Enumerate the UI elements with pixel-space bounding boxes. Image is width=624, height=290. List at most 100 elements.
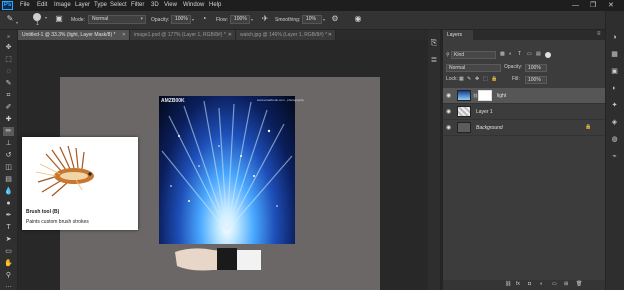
- visibility-eye-icon[interactable]: ◉: [446, 92, 451, 100]
- lock-transparent-icon[interactable]: ▦: [459, 75, 464, 84]
- menu-image[interactable]: Image: [54, 2, 71, 9]
- hand-watch-image[interactable]: [173, 240, 263, 272]
- adjustment-layer-icon[interactable]: ◐: [540, 280, 543, 289]
- type-tool-icon[interactable]: T: [3, 223, 14, 232]
- eraser-tool-icon[interactable]: ◫: [3, 163, 14, 172]
- opacity-input[interactable]: 100%: [171, 15, 191, 24]
- smoothing-caret-icon[interactable]: ▾: [323, 17, 325, 22]
- brush-size-caret-icon[interactable]: ▾: [45, 15, 47, 20]
- dodge-tool-icon[interactable]: ●: [3, 199, 14, 208]
- menu-help[interactable]: Help: [209, 2, 221, 9]
- tab-close-icon[interactable]: ✕: [122, 30, 126, 40]
- lock-position-icon[interactable]: ✥: [475, 75, 479, 84]
- new-group-icon[interactable]: ▭: [552, 280, 557, 289]
- pressure-opacity-icon[interactable]: ◔: [199, 14, 209, 24]
- tab-image1[interactable]: image1.psd @ 177% (Layer 1, RGB/8#) * ✕: [130, 30, 236, 40]
- libraries-panel-icon[interactable]: ▣: [609, 67, 620, 77]
- tab-watch[interactable]: watch.jpg @ 146% (Layer 1, RGB/8#) * ✕: [236, 30, 336, 40]
- history-brush-tool-icon[interactable]: ↺: [3, 151, 14, 160]
- tab-untitled-1[interactable]: Untitled-1 @ 33.3% (light, Layer Mask/8)…: [18, 30, 130, 40]
- menu-3d[interactable]: 3D: [151, 2, 159, 9]
- pressure-size-icon[interactable]: ◉: [353, 14, 363, 24]
- fill-input[interactable]: 100%: [525, 76, 547, 84]
- healing-brush-tool-icon[interactable]: ✚: [3, 115, 14, 124]
- pixel-filter-icon[interactable]: ▩: [500, 50, 505, 59]
- add-mask-icon[interactable]: ◘: [528, 280, 531, 289]
- blend-mode-select[interactable]: Normal: [446, 64, 501, 72]
- brush-tool-icon[interactable]: ✏: [3, 127, 14, 136]
- channels-panel-icon[interactable]: ◍: [609, 135, 620, 145]
- menu-select[interactable]: Select: [110, 2, 127, 9]
- lasso-tool-icon[interactable]: ◌: [3, 67, 14, 76]
- layers-panel-icon[interactable]: ◈: [609, 118, 620, 128]
- close-icon[interactable]: ✕: [608, 1, 614, 10]
- mode-select[interactable]: Normal ▾: [88, 15, 146, 24]
- swatches-panel-icon[interactable]: ▦: [609, 50, 620, 60]
- lock-all-icon[interactable]: 🔒: [491, 75, 497, 84]
- restore-icon[interactable]: ❐: [590, 1, 596, 10]
- tab-close-icon[interactable]: ✕: [228, 30, 232, 40]
- styles-panel-icon[interactable]: ✦: [609, 101, 620, 111]
- menu-layer[interactable]: Layer: [75, 2, 90, 9]
- layer-row-background[interactable]: ◉ Background 🔒: [443, 120, 605, 136]
- crop-tool-icon[interactable]: ⌗: [3, 91, 14, 100]
- layer-mask-thumbnail[interactable]: [478, 90, 492, 101]
- layer-lock-icon[interactable]: 🔒: [585, 124, 591, 130]
- color-panel-icon[interactable]: ◑: [609, 33, 620, 43]
- brush-settings-panel-icon[interactable]: ▣: [54, 14, 64, 24]
- visibility-eye-icon[interactable]: ◉: [446, 108, 451, 116]
- paths-panel-icon[interactable]: ⌁: [609, 152, 620, 162]
- light-burst-image[interactable]: [159, 96, 295, 244]
- new-layer-icon[interactable]: ⊞: [564, 280, 568, 289]
- link-layers-icon[interactable]: ⛓: [505, 280, 511, 289]
- delete-layer-icon[interactable]: 🗑: [576, 280, 582, 289]
- menu-window[interactable]: Window: [183, 2, 204, 9]
- lock-artboard-icon[interactable]: ⬚: [483, 75, 488, 84]
- adjustment-filter-icon[interactable]: ◐: [509, 50, 512, 59]
- layer-row-layer-1[interactable]: ◉ Layer 1: [443, 104, 605, 120]
- visibility-eye-icon[interactable]: ◉: [446, 124, 451, 132]
- smart-object-filter-icon[interactable]: ▤: [536, 50, 541, 59]
- menu-filter[interactable]: Filter: [131, 2, 144, 9]
- shape-filter-icon[interactable]: ▭: [527, 50, 532, 59]
- properties-panel-icon[interactable]: ≣: [429, 55, 439, 65]
- minimize-icon[interactable]: —: [572, 1, 579, 10]
- blur-tool-icon[interactable]: 💧: [3, 187, 14, 196]
- zoom-tool-icon[interactable]: ⚲: [3, 271, 14, 280]
- menu-edit[interactable]: Edit: [37, 2, 47, 9]
- layers-opacity-input[interactable]: 100%: [525, 64, 547, 72]
- gradient-tool-icon[interactable]: ▤: [3, 175, 14, 184]
- rectangle-tool-icon[interactable]: ▭: [3, 247, 14, 256]
- flow-input[interactable]: 100%: [230, 15, 250, 24]
- lock-image-icon[interactable]: ✎: [467, 75, 471, 84]
- eyedropper-tool-icon[interactable]: ✐: [3, 103, 14, 112]
- adjustments-panel-icon[interactable]: ◐: [609, 84, 620, 94]
- hand-tool-icon[interactable]: ✋: [3, 259, 14, 268]
- airbrush-icon[interactable]: ✈: [260, 14, 270, 24]
- preset-caret-icon[interactable]: ▾: [16, 20, 18, 25]
- marquee-tool-icon[interactable]: ⬚: [3, 55, 14, 64]
- menu-view[interactable]: View: [164, 2, 177, 9]
- pen-tool-icon[interactable]: ✒: [3, 211, 14, 220]
- type-filter-icon[interactable]: T: [518, 50, 521, 59]
- move-tool-icon[interactable]: ✥: [3, 43, 14, 52]
- history-panel-icon[interactable]: ⎘: [429, 38, 439, 48]
- opacity-caret-icon[interactable]: ▾: [192, 17, 194, 22]
- panel-menu-icon[interactable]: ≡: [597, 31, 601, 37]
- menu-file[interactable]: File: [20, 2, 30, 9]
- brush-tool-preset-icon[interactable]: ✎: [5, 14, 15, 24]
- layer-style-icon[interactable]: fx: [516, 280, 520, 289]
- smoothing-input[interactable]: 10%: [302, 15, 322, 24]
- tab-layers[interactable]: Layers: [443, 30, 473, 40]
- filter-toggle-icon[interactable]: [545, 52, 551, 58]
- flow-caret-icon[interactable]: ▾: [251, 17, 253, 22]
- clone-stamp-tool-icon[interactable]: ⊥: [3, 139, 14, 148]
- smoothing-gear-icon[interactable]: ⚙: [330, 14, 340, 24]
- path-selection-tool-icon[interactable]: ➤: [3, 235, 14, 244]
- more-tools-icon[interactable]: …: [3, 281, 14, 290]
- tab-close-icon[interactable]: ✕: [328, 30, 332, 40]
- quick-selection-tool-icon[interactable]: ✎: [3, 79, 14, 88]
- menu-type[interactable]: Type: [94, 2, 107, 9]
- layer-row-light[interactable]: ◉ ⛓ light: [443, 88, 605, 104]
- layer-kind-filter[interactable]: Kind: [451, 51, 496, 59]
